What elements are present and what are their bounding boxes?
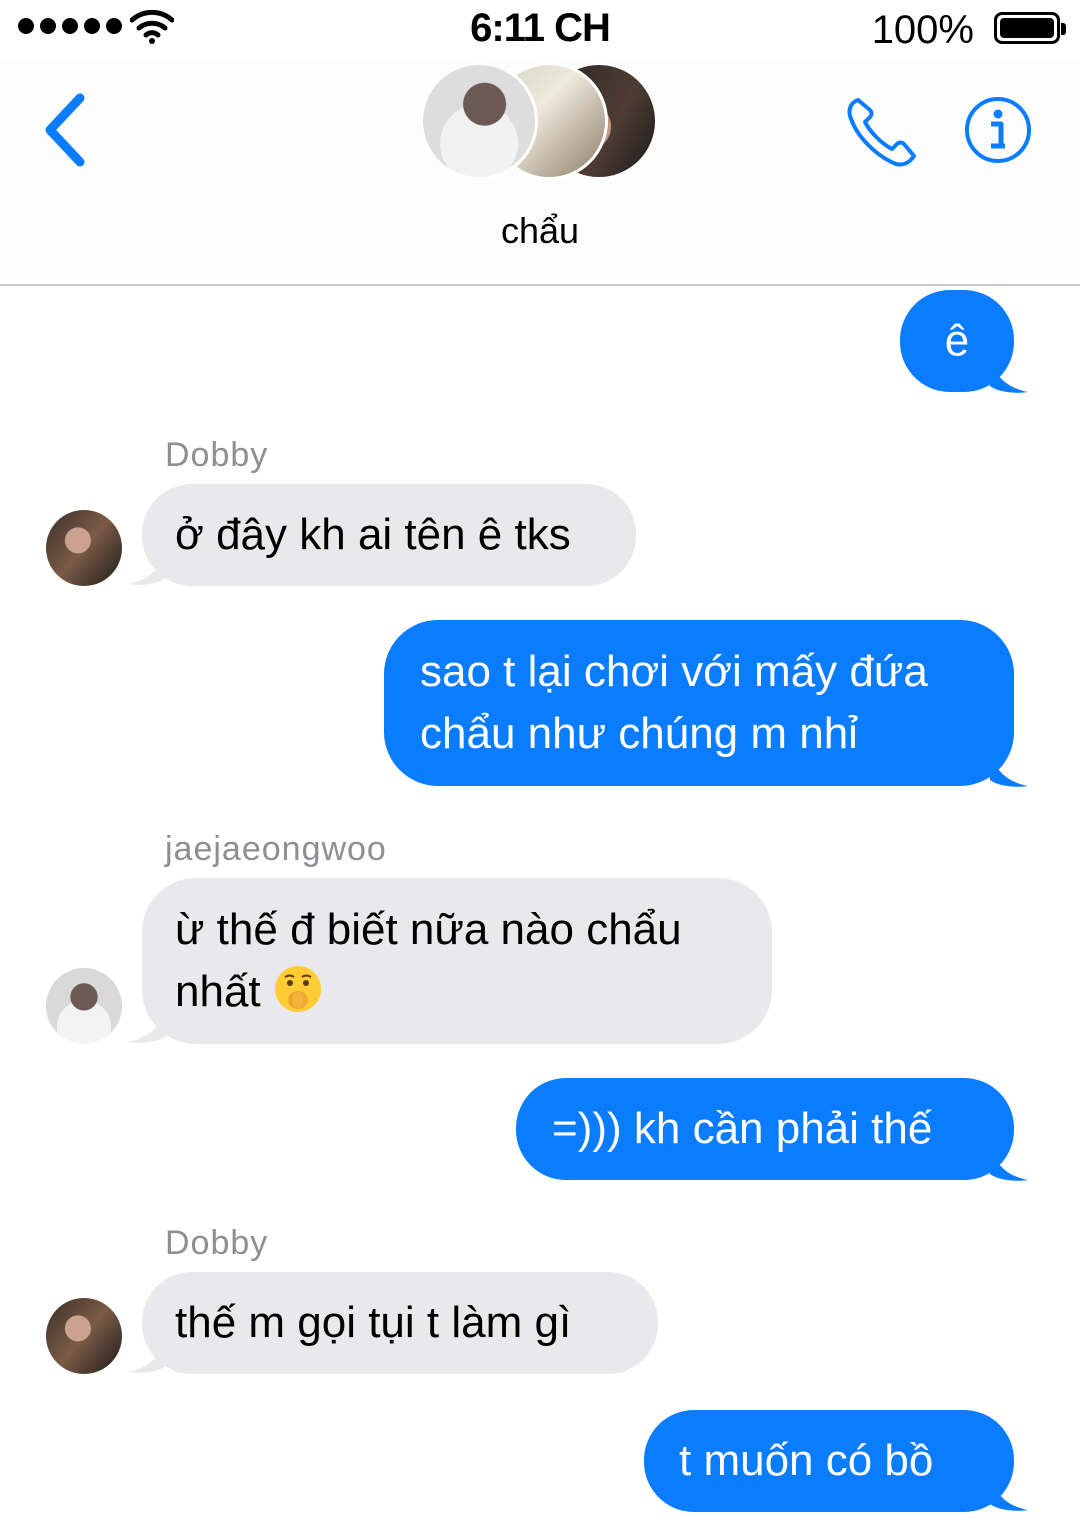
back-chevron-icon[interactable] — [36, 90, 92, 170]
sender-avatar[interactable] — [46, 968, 122, 1044]
sender-name: Dobby — [165, 1224, 269, 1262]
sender-name: jaejaeongwoo — [165, 830, 387, 868]
message-text: t muốn có bồ — [679, 1436, 934, 1485]
status-bar: 6:11 CH 100% — [0, 0, 1080, 60]
battery-icon — [994, 12, 1066, 44]
bubble-tail — [990, 752, 1028, 787]
bubble-tail — [128, 550, 166, 585]
outgoing-message-bubble[interactable]: sao t lại chơi với mấy đứa chẩu như chún… — [384, 620, 1014, 786]
message-text-line: ừ thế đ biết nữa nào chẩu — [175, 905, 682, 954]
message-text: ê — [944, 316, 970, 365]
sender-name: Dobby — [165, 436, 269, 474]
incoming-message-bubble[interactable]: thế m gọi tụi t làm gì — [142, 1272, 658, 1374]
battery-percent: 100% — [871, 8, 974, 52]
bubble-tail — [990, 358, 1028, 393]
sender-avatar[interactable] — [46, 1298, 122, 1374]
group-avatar-stack[interactable] — [420, 62, 660, 182]
bubble-tail — [990, 1476, 1028, 1511]
message-text-line: chẩu như chúng m nhỉ — [420, 709, 858, 758]
message-text: ở đây kh ai tên ê tks — [175, 510, 571, 559]
info-icon[interactable] — [964, 96, 1032, 164]
phone-icon[interactable] — [844, 94, 920, 170]
group-name[interactable]: chẩu — [0, 210, 1080, 252]
message-text: =))) kh cần phải thế — [552, 1104, 933, 1153]
message-text: thế m gọi tụi t làm gì — [175, 1298, 572, 1347]
outgoing-message-bubble[interactable]: t muốn có bồ — [644, 1410, 1014, 1512]
message-text-line: nhất — [175, 961, 772, 1023]
member-avatar — [420, 62, 538, 180]
bubble-tail — [128, 1008, 166, 1043]
bubble-tail — [128, 1338, 166, 1373]
sender-avatar[interactable] — [46, 510, 122, 586]
outgoing-message-bubble[interactable]: =))) kh cần phải thế — [516, 1078, 1014, 1180]
conversation-header: chẩu — [0, 60, 1080, 286]
message-text-line: sao t lại chơi với mấy đứa — [420, 647, 928, 696]
bubble-tail — [990, 1146, 1028, 1181]
shushing-face-emoji — [274, 966, 321, 1012]
incoming-message-bubble[interactable]: ừ thế đ biết nữa nào chẩu nhất — [142, 878, 772, 1044]
incoming-message-bubble[interactable]: ở đây kh ai tên ê tks — [142, 484, 636, 586]
